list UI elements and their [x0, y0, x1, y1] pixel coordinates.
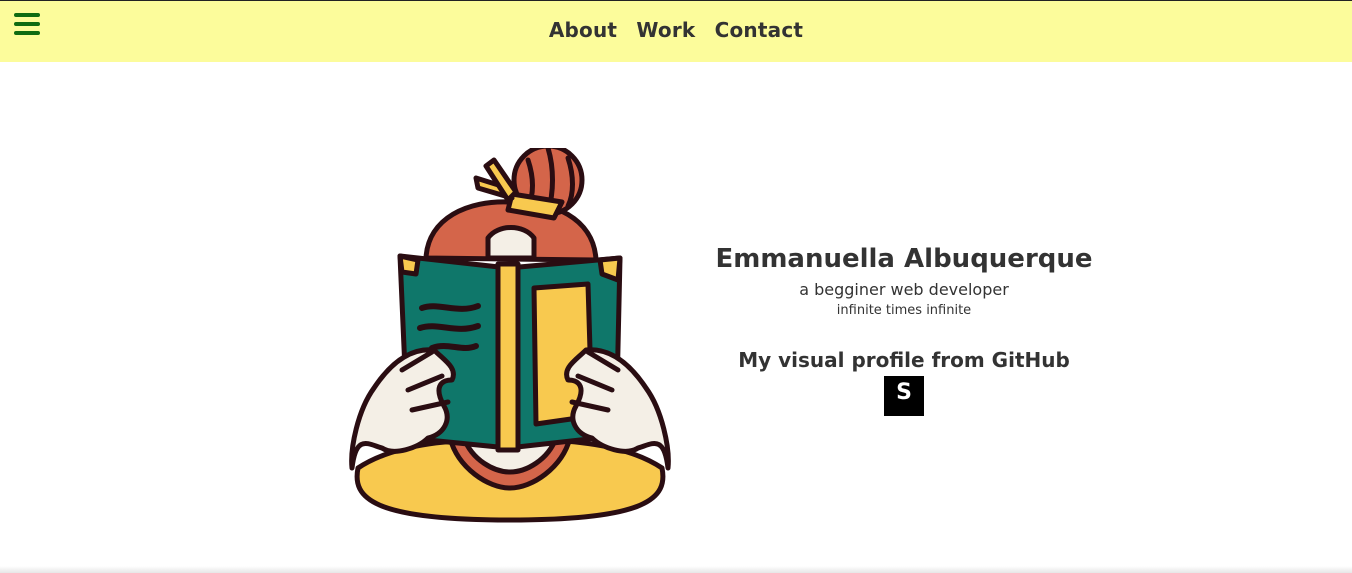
profile-tagline: infinite times infinite — [836, 303, 972, 318]
github-profile-title: My visual profile from GitHub — [738, 348, 1070, 372]
nav-link-contact[interactable]: Contact — [715, 18, 804, 42]
person-reading-book-illustration — [349, 148, 671, 523]
profile-name: Emmanuella Albuquerque — [715, 244, 1093, 274]
profile-role: a begginer web developer — [799, 280, 1009, 299]
main-nav: About Work Contact — [0, 18, 1352, 42]
nav-link-work[interactable]: Work — [636, 18, 695, 42]
top-navigation-bar: About Work Contact — [0, 0, 1352, 62]
github-badge-glyph: S — [896, 380, 912, 405]
github-profile-badge[interactable]: S — [884, 376, 924, 416]
nav-link-about[interactable]: About — [549, 18, 617, 42]
section-divider — [0, 566, 1352, 573]
profile-section: Emmanuella Albuquerque a begginer web de… — [704, 244, 1104, 420]
